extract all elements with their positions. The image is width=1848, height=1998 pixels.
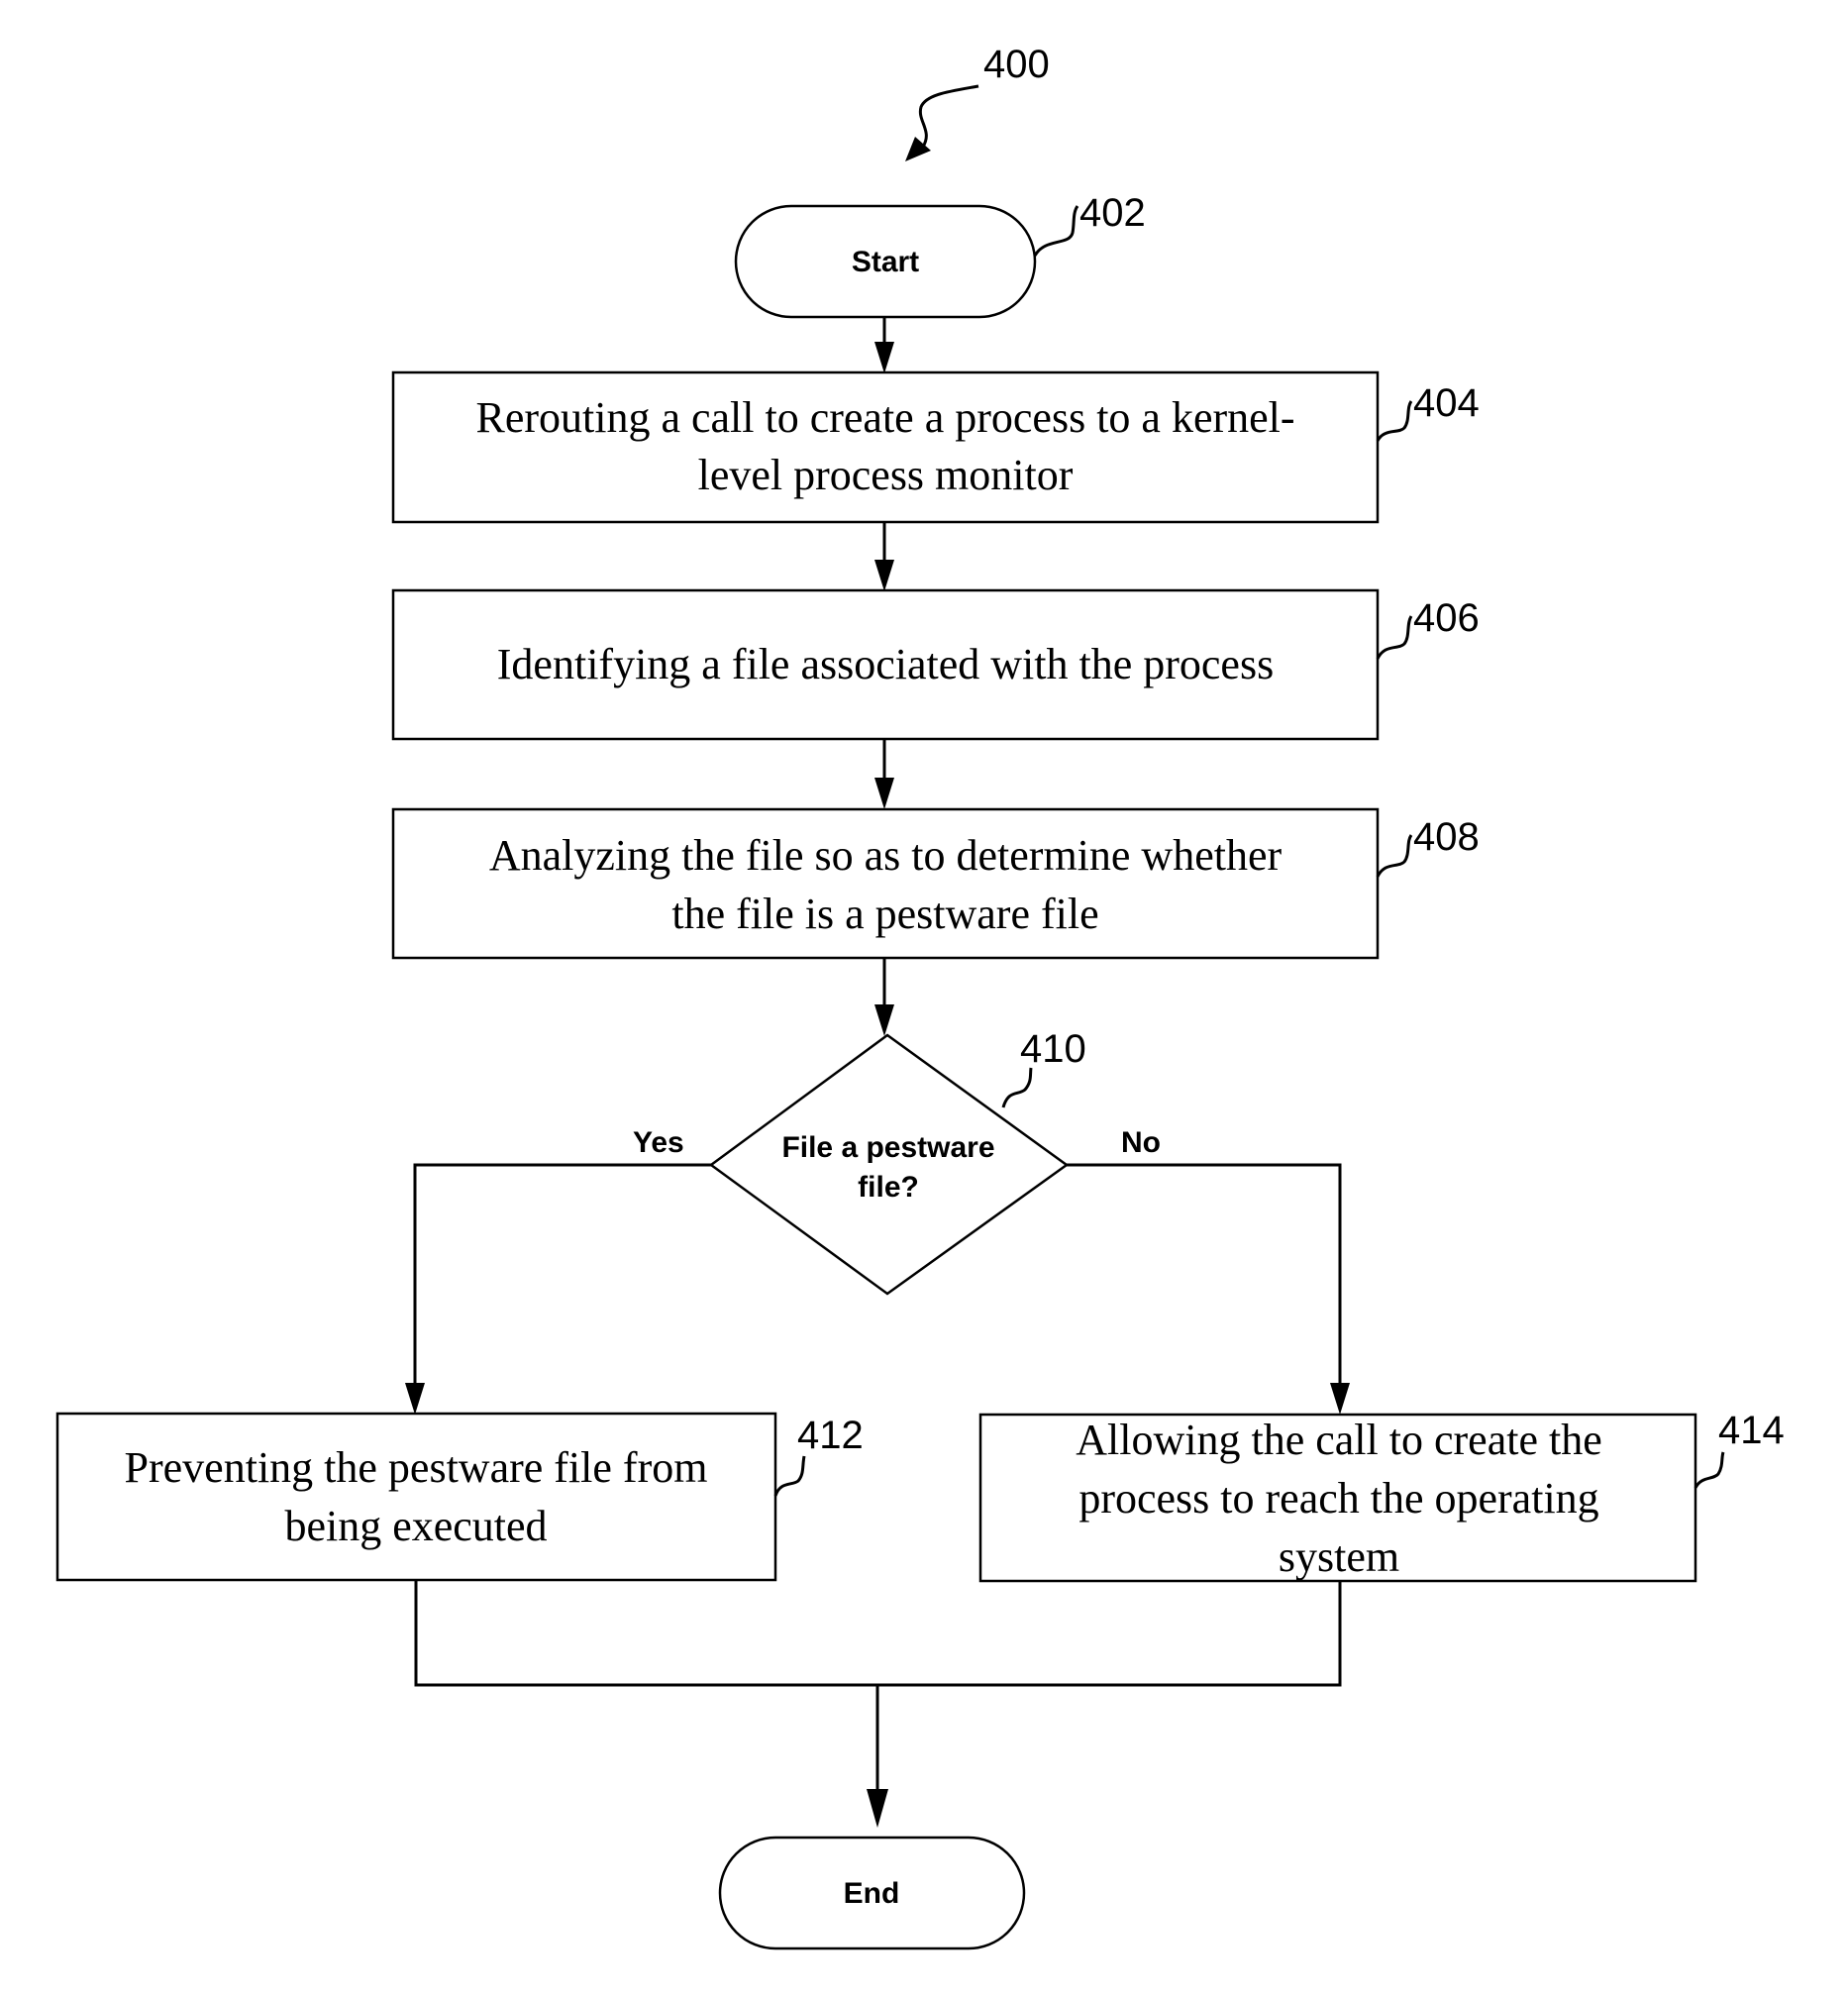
process-box-414-ref-leader <box>1694 1451 1725 1489</box>
process-box-404-ref-label: 404 <box>1413 381 1480 425</box>
process-box-406-line-1: Identifying a file associated with the p… <box>497 640 1274 688</box>
arrowhead-end-icon <box>867 1789 888 1828</box>
arrowhead-410-icon <box>874 1004 894 1036</box>
process-box-408-ref-label: 408 <box>1413 815 1480 859</box>
start-terminal-label: Start <box>852 246 919 278</box>
process-box-414-line-3: system <box>1279 1532 1399 1581</box>
process-box-412-line-1: Preventing the pestware file from <box>125 1443 708 1492</box>
process-box-414-line-2: process to reach the operating <box>1078 1474 1598 1523</box>
process-box-414-ref-label: 414 <box>1718 1409 1785 1452</box>
connector-412-merge <box>414 1580 1342 1687</box>
process-box-406-ref-label: 406 <box>1413 596 1480 640</box>
start-ref-leader <box>1033 205 1079 257</box>
arrowhead-404-icon <box>874 342 894 373</box>
process-box-406-ref-leader <box>1376 615 1413 660</box>
figure-reference-label: 400 <box>983 43 1050 86</box>
decision-yes-label: Yes <box>633 1126 684 1159</box>
process-box-404-line-1: Rerouting a call to create a process to … <box>475 393 1294 442</box>
start-ref-label: 402 <box>1079 191 1146 235</box>
process-box-414-line-1: Allowing the call to create the <box>1076 1416 1601 1464</box>
process-box-408-line-2: the file is a pestware file <box>671 890 1098 938</box>
decision-diamond-410 <box>708 1033 1070 1296</box>
process-box-408-line-1: Analyzing the file so as to determine wh… <box>489 831 1283 880</box>
figure-reference-arrow-icon <box>918 84 979 148</box>
process-box-412 <box>55 1412 777 1582</box>
arrowhead-408-icon <box>874 778 894 809</box>
decision-no-label: No <box>1121 1126 1161 1159</box>
process-box-412-ref-leader <box>773 1455 806 1497</box>
connector-yes-branch <box>413 1163 711 1395</box>
process-box-412-line-2: being executed <box>284 1502 547 1550</box>
arrowhead-412-icon <box>405 1383 425 1415</box>
connector-no-branch <box>1067 1163 1342 1395</box>
decision-ref-label: 410 <box>1020 1027 1086 1071</box>
process-box-408-ref-leader <box>1376 834 1413 878</box>
decision-line-1: File a pestware <box>781 1131 994 1164</box>
arrowhead-414-icon <box>1330 1383 1350 1415</box>
process-box-404-line-2: level process monitor <box>698 451 1074 499</box>
arrowhead-406-icon <box>874 560 894 591</box>
flowchart-canvas: 400 Start 402 Rerouting a call to create… <box>55 43 1785 1950</box>
process-box-412-ref-label: 412 <box>797 1414 864 1457</box>
decision-line-2: file? <box>858 1171 919 1204</box>
end-terminal-label: End <box>844 1877 900 1910</box>
process-box-404-ref-leader <box>1376 400 1413 442</box>
decision-ref-leader <box>1001 1067 1033 1108</box>
